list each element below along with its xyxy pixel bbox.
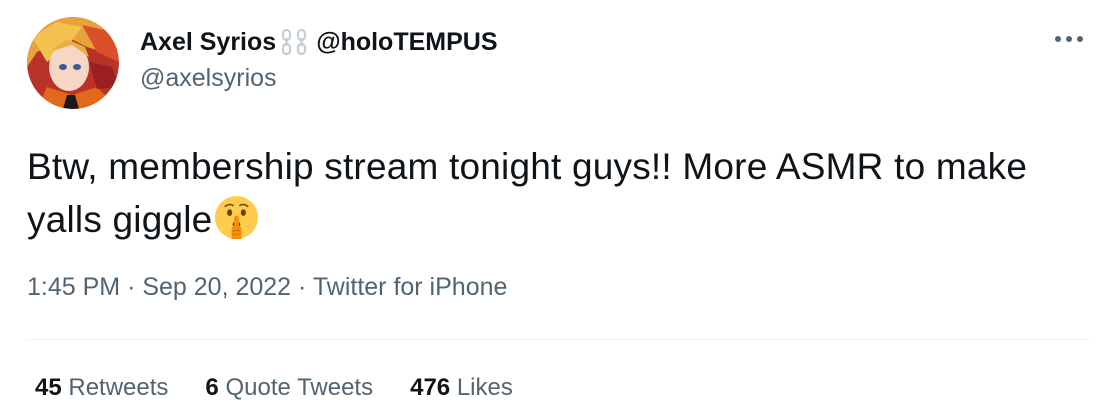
tweet-source[interactable]: Twitter for iPhone xyxy=(313,273,508,301)
author-display-name[interactable]: Axel Syrios xyxy=(140,28,276,57)
author-handle[interactable]: @axelsyrios xyxy=(140,64,277,93)
author-avatar[interactable] xyxy=(27,17,119,109)
likes-label: Likes xyxy=(456,374,513,401)
quote-tweets-count: 6 xyxy=(205,374,219,401)
tweet-meta: 1:45 PM · Sep 20, 2022 · Twitter for iPh… xyxy=(27,273,507,302)
retweets-label: Retweets xyxy=(68,374,169,401)
tweet-card: Axel Syrios @holoTEMPUS @axelsyrios Btw, xyxy=(0,0,1110,415)
tweet-text: Btw, membership stream tonight guys!! Mo… xyxy=(27,140,1087,246)
likes-stat[interactable]: 476 Likes xyxy=(410,374,513,402)
likes-count: 476 xyxy=(410,374,451,401)
more-options-button[interactable] xyxy=(1052,29,1086,49)
chain-link-icon xyxy=(280,27,310,57)
divider xyxy=(27,339,1089,340)
shushing-face-emoji xyxy=(213,194,260,241)
retweets-stat[interactable]: 45 Retweets xyxy=(35,374,168,402)
more-dots-icon xyxy=(1055,36,1083,42)
author-affiliation[interactable]: @holoTEMPUS xyxy=(316,28,497,57)
tweet-date[interactable]: Sep 20, 2022 xyxy=(142,273,291,301)
author-name-row[interactable]: Axel Syrios @holoTEMPUS xyxy=(140,27,498,57)
meta-separator: · xyxy=(298,273,307,301)
avatar-image xyxy=(27,17,119,109)
quote-tweets-stat[interactable]: 6 Quote Tweets xyxy=(205,374,373,402)
retweets-count: 45 xyxy=(35,374,62,401)
engagement-stats: 45 Retweets 6 Quote Tweets 476 Likes xyxy=(35,374,550,402)
tweet-body: Btw, membership stream tonight guys!! Mo… xyxy=(27,146,1028,240)
tweet-time[interactable]: 1:45 PM xyxy=(27,273,120,301)
quote-tweets-label: Quote Tweets xyxy=(225,374,374,401)
meta-separator: · xyxy=(127,273,136,301)
